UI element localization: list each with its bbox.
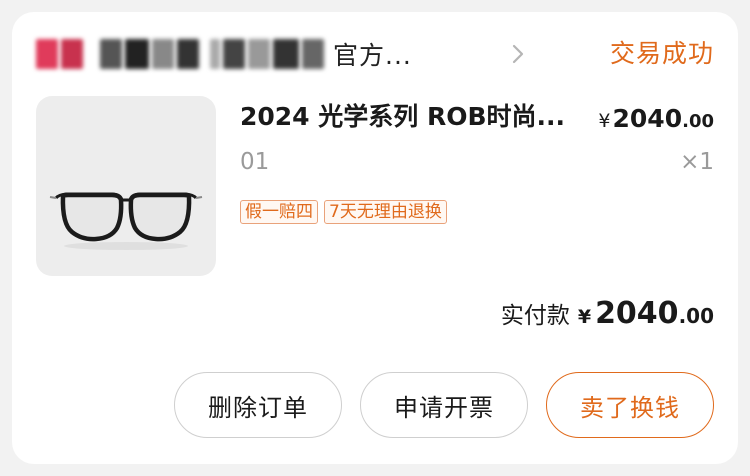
product-quantity: ×1	[680, 149, 714, 175]
store-name: 官方...	[333, 41, 412, 70]
store-link[interactable]: 官方...	[36, 34, 412, 74]
price-currency: ¥	[598, 110, 611, 132]
product-title[interactable]: 2024 光学系列 ROB时尚...	[240, 100, 580, 134]
store-name-redacted	[36, 37, 327, 71]
chevron-right-icon[interactable]	[506, 42, 530, 66]
order-total: 实付款 ¥ 2040 .00	[501, 296, 714, 331]
total-integer: 2040	[595, 296, 679, 331]
product-price: ¥2040.00	[598, 102, 714, 139]
tag-fake-compensation: 假一赔四	[240, 200, 318, 224]
order-card: 官方... 交易成功 2024 光学系列 ROB时尚... ¥2040.00 0…	[12, 12, 738, 464]
tag-seven-day-return: 7天无理由退换	[324, 200, 447, 224]
glasses-icon	[49, 192, 203, 250]
service-tags: 假一赔四 7天无理由退换	[240, 200, 447, 224]
product-variant: 01	[240, 149, 270, 175]
request-invoice-button[interactable]: 申请开票	[360, 372, 528, 438]
sell-item-button[interactable]: 卖了换钱	[546, 372, 714, 438]
price-decimal: .00	[682, 111, 714, 132]
total-label: 实付款	[500, 303, 570, 329]
price-integer: 2040	[612, 104, 683, 133]
delete-order-button[interactable]: 删除订单	[174, 372, 342, 438]
total-decimal: .00	[678, 304, 714, 328]
order-status: 交易成功	[609, 39, 714, 68]
product-image[interactable]	[36, 96, 216, 276]
total-currency: ¥	[577, 306, 592, 328]
